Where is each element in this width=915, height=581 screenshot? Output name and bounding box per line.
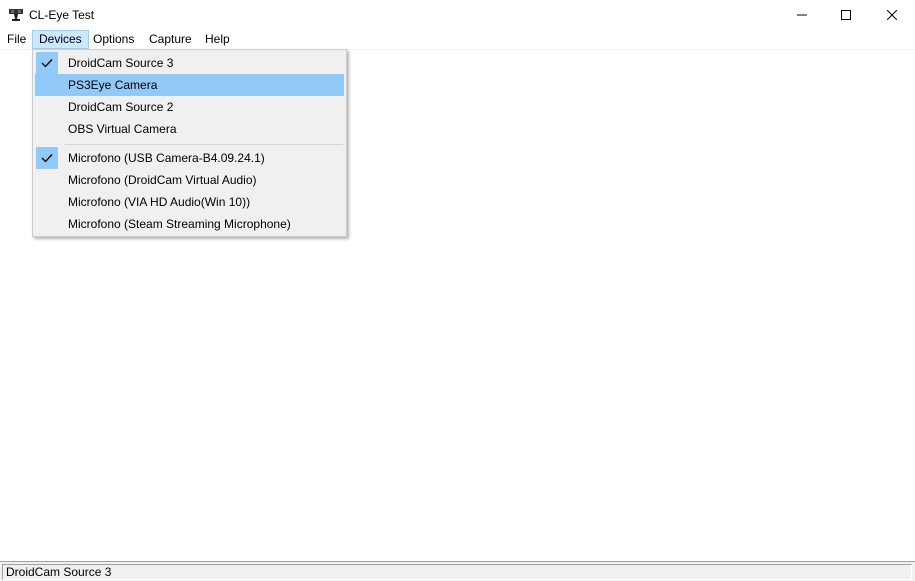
close-icon	[887, 10, 897, 20]
menu-item-label: Microfono (Steam Streaming Microphone)	[68, 217, 291, 231]
menu-item-obs-virtual-camera[interactable]: OBS Virtual Camera	[35, 118, 344, 140]
status-text: DroidCam Source 3	[6, 565, 112, 579]
minimize-button[interactable]	[779, 0, 825, 30]
menu-file[interactable]: File	[1, 30, 32, 49]
menu-devices[interactable]: Devices	[32, 30, 89, 49]
menu-options[interactable]: Options	[87, 30, 140, 49]
menu-item-label: Microfono (VIA HD Audio(Win 10))	[68, 195, 251, 209]
close-button[interactable]	[869, 0, 915, 30]
window-title: CL-Eye Test	[29, 8, 95, 22]
menu-item-mic-droidcam-audio[interactable]: Microfono (DroidCam Virtual Audio)	[35, 169, 344, 191]
maximize-button[interactable]	[823, 0, 869, 30]
menu-item-mic-usb-camera[interactable]: Microfono (USB Camera-B4.09.24.1)	[35, 147, 344, 169]
minimize-icon	[797, 14, 807, 16]
menu-item-droidcam-source-2[interactable]: DroidCam Source 2	[35, 96, 344, 118]
menu-item-mic-via-hd-audio[interactable]: Microfono (VIA HD Audio(Win 10))	[35, 191, 344, 213]
menu-item-mic-steam-streaming[interactable]: Microfono (Steam Streaming Microphone)	[35, 213, 344, 235]
menu-capture[interactable]: Capture	[143, 30, 198, 49]
menu-separator	[65, 144, 343, 145]
menu-item-ps3eye-camera[interactable]: PS3Eye Camera	[35, 74, 344, 96]
webcam-icon[interactable]	[8, 7, 24, 23]
status-bar: DroidCam Source 3	[0, 561, 915, 581]
checkmark-icon	[36, 52, 58, 74]
status-pane: DroidCam Source 3	[2, 564, 912, 580]
maximize-icon	[841, 10, 851, 20]
checkmark-icon	[36, 147, 58, 169]
menu-item-label: PS3Eye Camera	[68, 78, 158, 92]
devices-menu: DroidCam Source 3 PS3Eye Camera DroidCam…	[32, 49, 347, 237]
menu-item-droidcam-source-3[interactable]: DroidCam Source 3	[35, 52, 344, 74]
menu-help[interactable]: Help	[199, 30, 236, 49]
menu-item-label: DroidCam Source 3	[68, 56, 174, 70]
menu-item-label: DroidCam Source 2	[68, 100, 174, 114]
menu-item-label: OBS Virtual Camera	[68, 122, 177, 136]
menu-bar: File Devices Options Capture Help	[0, 30, 915, 50]
menu-item-label: Microfono (DroidCam Virtual Audio)	[68, 173, 257, 187]
title-bar: CL-Eye Test	[0, 0, 915, 30]
menu-item-label: Microfono (USB Camera-B4.09.24.1)	[68, 151, 265, 165]
